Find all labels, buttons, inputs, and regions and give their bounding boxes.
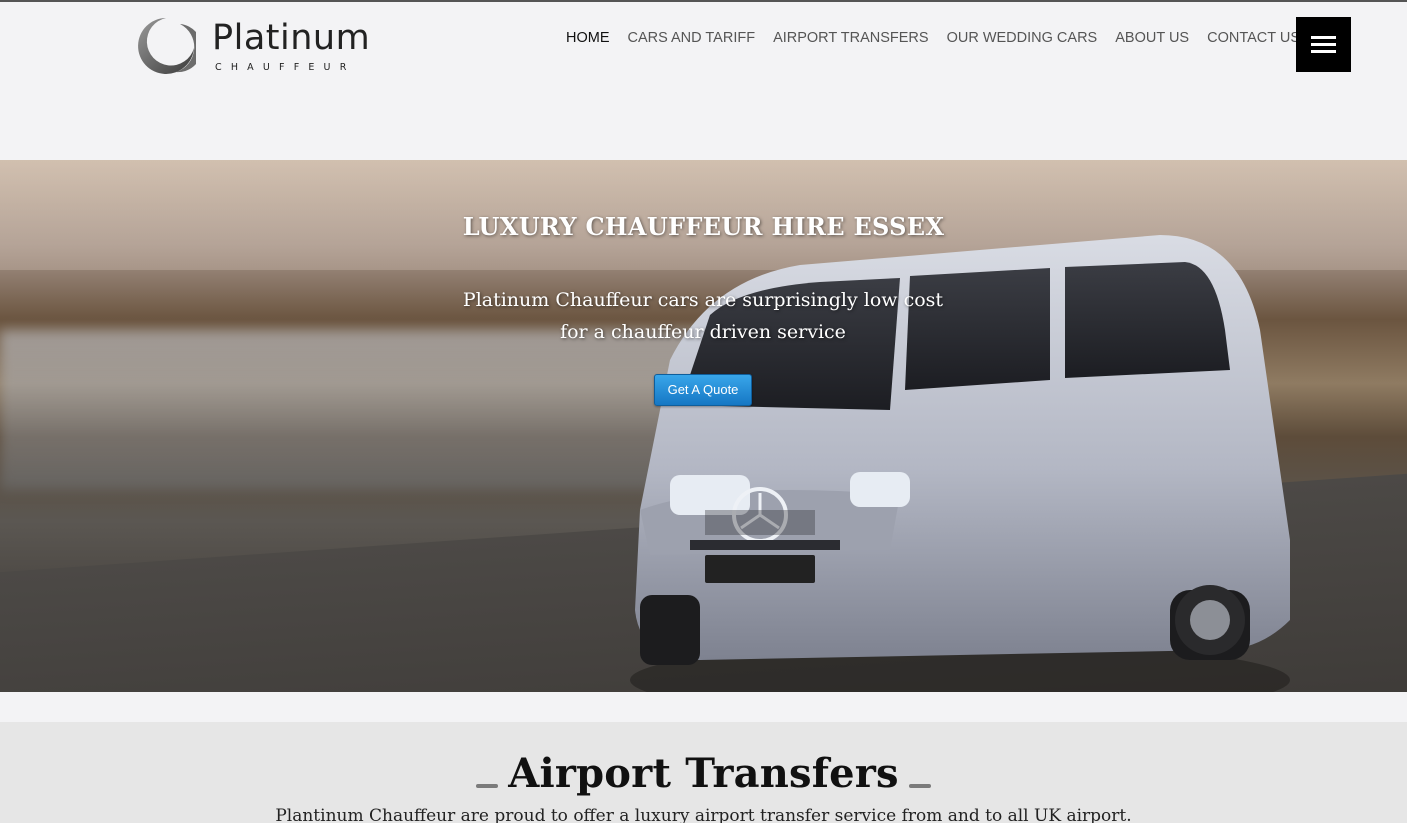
hero-title: LUXURY CHAUFFEUR HIRE ESSEX bbox=[462, 212, 945, 241]
title-dash-right bbox=[909, 784, 932, 788]
hero-subtitle: Platinum Chauffeur cars are surprisingly… bbox=[462, 289, 944, 343]
nav-home[interactable]: HOME bbox=[566, 30, 610, 46]
van-image bbox=[630, 235, 1290, 692]
logo-swoosh-icon bbox=[138, 18, 196, 74]
logo-title: Platinum bbox=[212, 18, 371, 58]
get-a-quote-button[interactable]: Get A Quote bbox=[654, 374, 752, 406]
hamburger-line bbox=[1311, 50, 1336, 53]
section-text: Plantinum Chauffeur are proud to offer a… bbox=[275, 806, 1132, 823]
site-logo[interactable]: Platinum CHAUFFEUR bbox=[136, 16, 376, 78]
hamburger-menu-button[interactable] bbox=[1296, 17, 1351, 72]
nav-cars-and-tariff[interactable]: CARS AND TARIFF bbox=[628, 30, 756, 46]
main-nav: HOME CARS AND TARIFF AIRPORT TRANSFERS O… bbox=[566, 30, 1318, 46]
hamburger-line bbox=[1311, 43, 1336, 46]
section-title: Airport Transfers bbox=[508, 750, 899, 797]
nav-airport-transfers[interactable]: AIRPORT TRANSFERS bbox=[773, 30, 929, 46]
airport-transfers-section: Airport Transfers Plantinum Chauffeur ar… bbox=[0, 722, 1407, 823]
nav-contact-us[interactable]: CONTACT US bbox=[1207, 30, 1300, 46]
title-dash-left bbox=[475, 784, 498, 788]
nav-about-us[interactable]: ABOUT US bbox=[1115, 30, 1189, 46]
logo-subtitle: CHAUFFEUR bbox=[215, 62, 356, 73]
nav-wedding-cars[interactable]: OUR WEDDING CARS bbox=[947, 30, 1098, 46]
hero-banner: LUXURY CHAUFFEUR HIRE ESSEX Platinum Cha… bbox=[0, 160, 1407, 692]
section-title-wrap: Airport Transfers bbox=[0, 750, 1407, 797]
hamburger-menu-icon bbox=[1311, 36, 1336, 39]
site-header: Platinum CHAUFFEUR HOME CARS AND TARIFF … bbox=[0, 2, 1407, 160]
